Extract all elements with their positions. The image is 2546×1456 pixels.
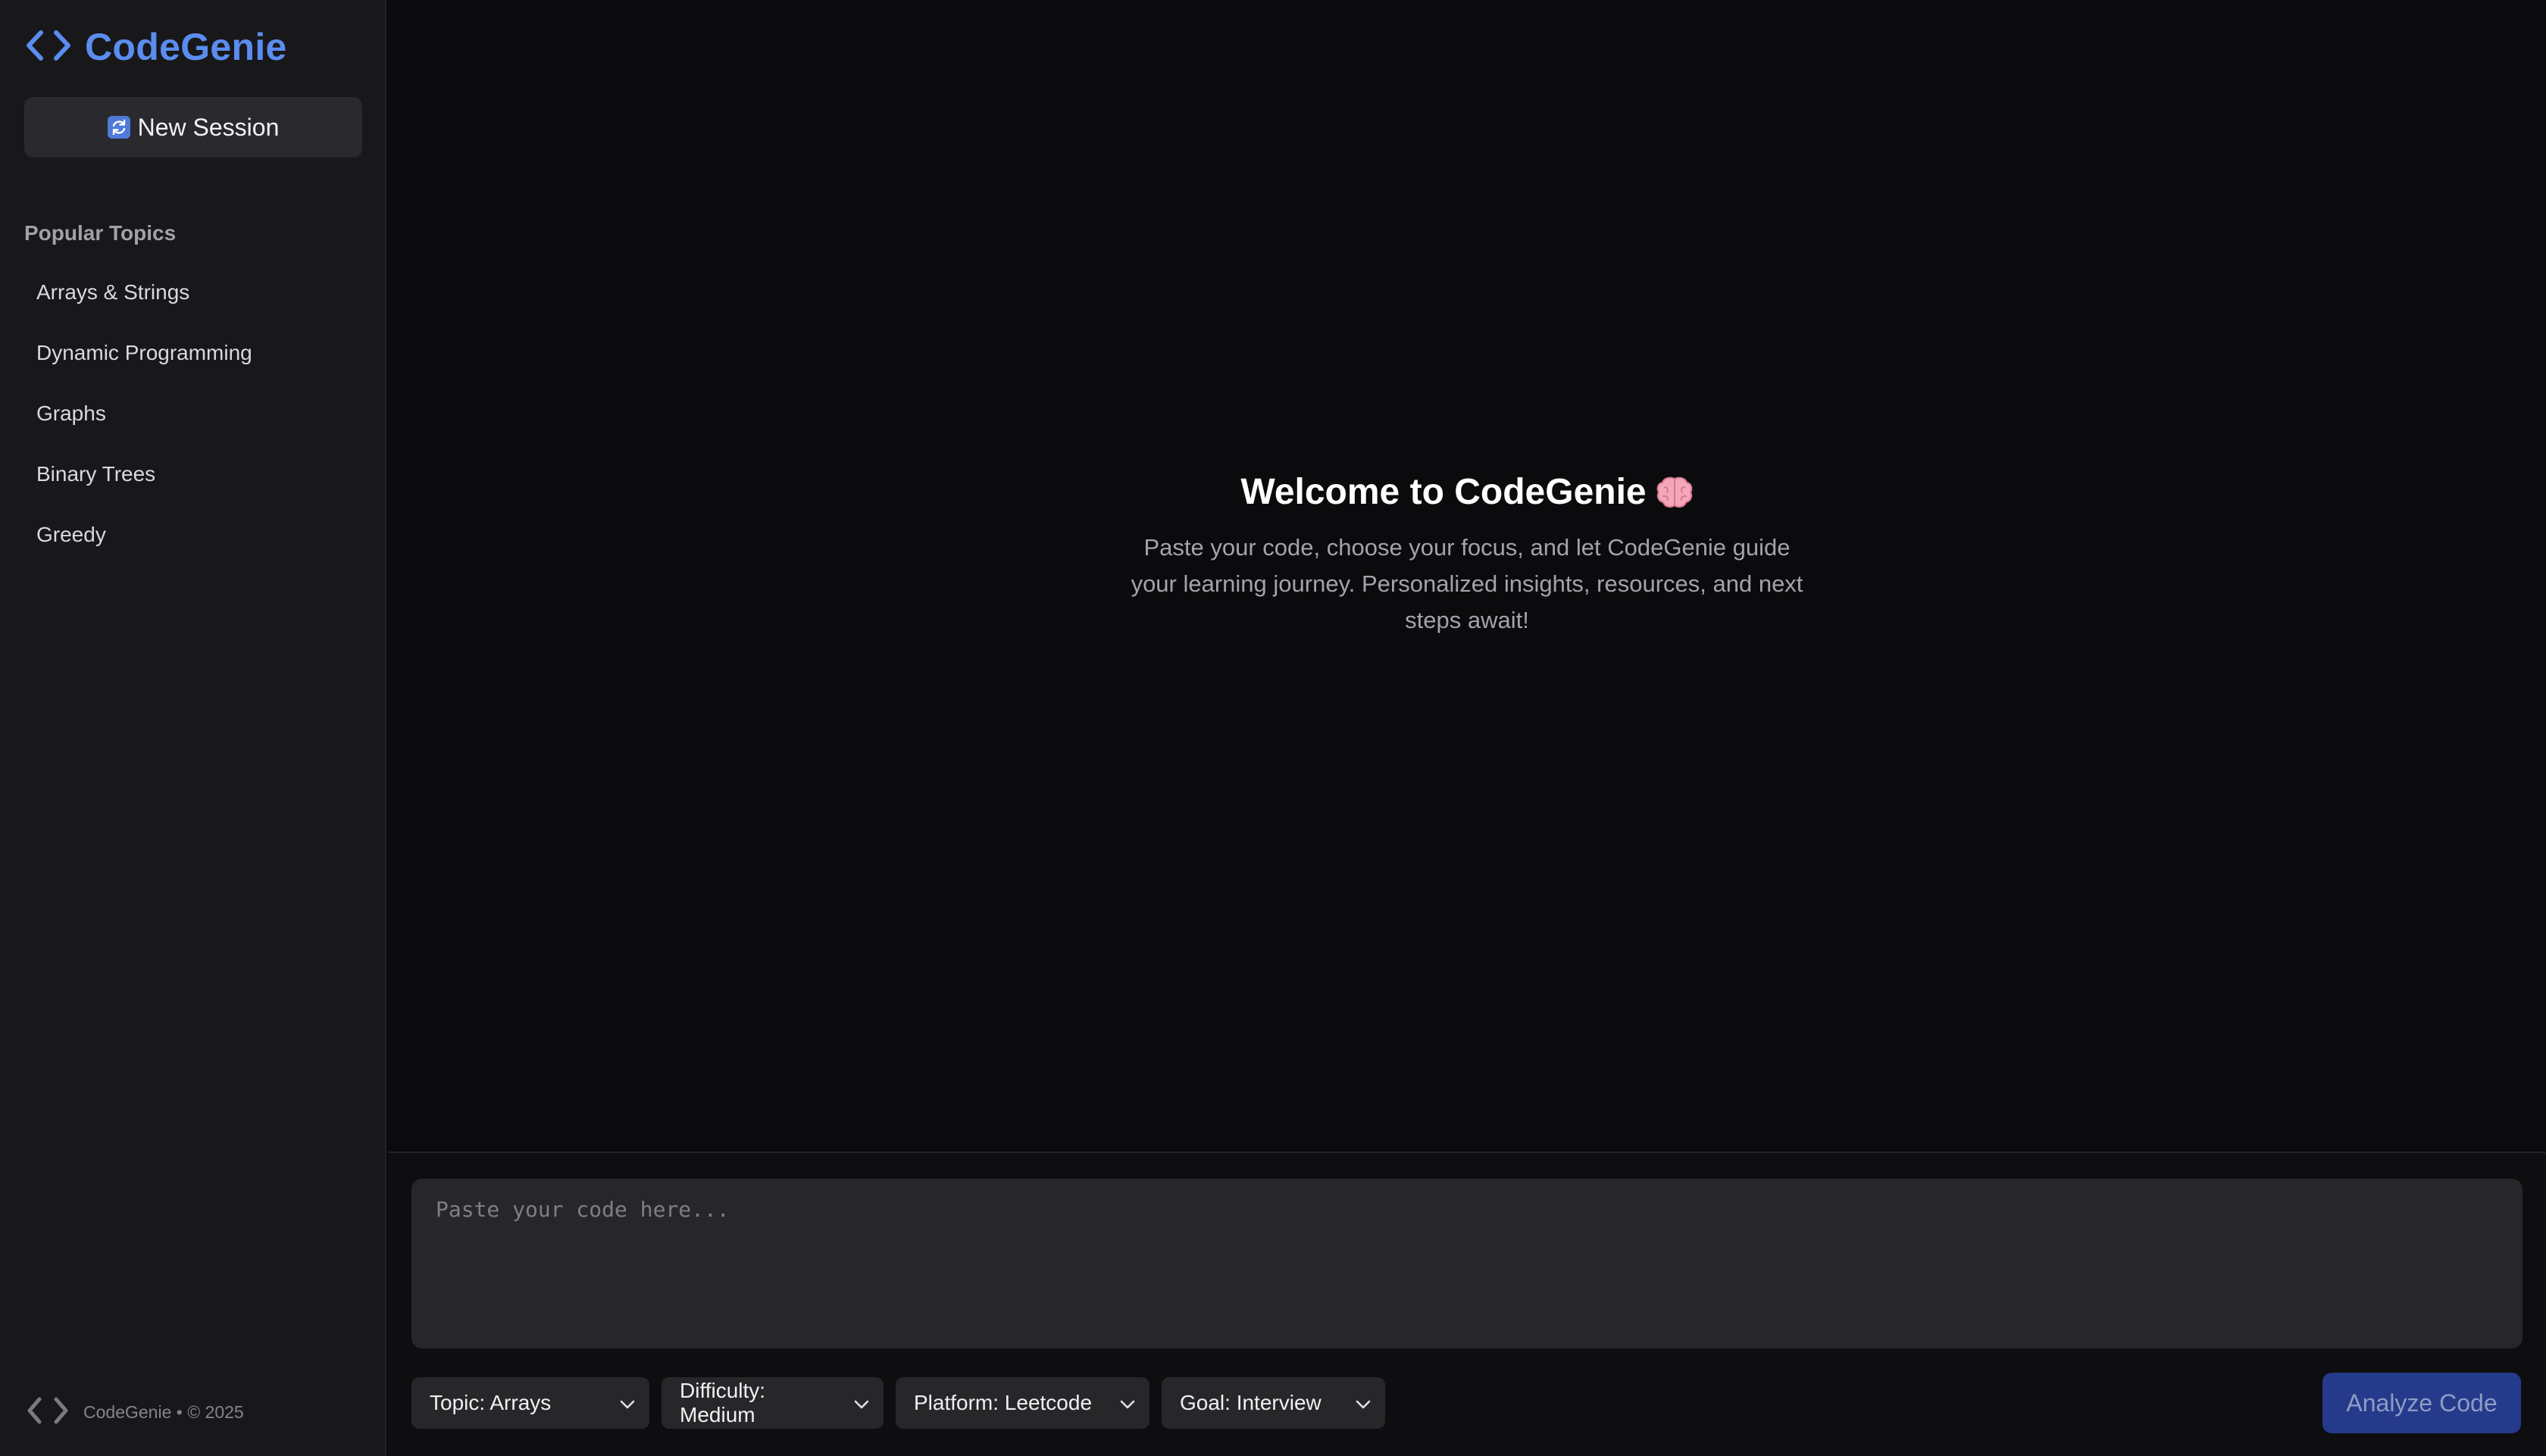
chevron-down-icon xyxy=(1343,1391,1372,1415)
welcome-section: Welcome to CodeGenie Paste your code, ch… xyxy=(388,471,2546,639)
brand[interactable]: CodeGenie xyxy=(24,23,287,71)
welcome-heading: Welcome to CodeGenie xyxy=(1240,471,1693,513)
main-panel: Welcome to CodeGenie Paste your code, ch… xyxy=(388,0,2546,1456)
options-bar: Topic: Arrays Difficulty: Medium Platfor… xyxy=(411,1377,1385,1429)
chevron-down-icon xyxy=(1107,1391,1136,1415)
sidebar: CodeGenie New Session Popular Topics Arr… xyxy=(0,0,386,1456)
topic-binary-trees[interactable]: Binary Trees xyxy=(24,444,362,505)
topics-list: Arrays & Strings Dynamic Programming Gra… xyxy=(24,262,362,565)
chevron-down-icon xyxy=(607,1391,636,1415)
new-session-button[interactable]: New Session xyxy=(24,97,362,158)
topic-greedy[interactable]: Greedy xyxy=(24,505,362,565)
composer: Topic: Arrays Difficulty: Medium Platfor… xyxy=(388,1151,2546,1456)
brain-icon xyxy=(1656,476,1694,509)
topic-dynamic-programming[interactable]: Dynamic Programming xyxy=(24,323,362,383)
welcome-title-text: Welcome to CodeGenie xyxy=(1240,472,1647,512)
analyze-code-button[interactable]: Analyze Code xyxy=(2322,1373,2521,1433)
new-session-label: New Session xyxy=(137,113,280,141)
platform-select-value: Platform: Leetcode xyxy=(914,1391,1093,1414)
platform-select[interactable]: Platform: Leetcode xyxy=(896,1377,1149,1429)
topic-select[interactable]: Topic: Arrays xyxy=(411,1377,649,1429)
difficulty-select-value: Difficulty: Medium xyxy=(680,1379,766,1426)
footer-copyright: CodeGenie • © 2025 xyxy=(83,1401,244,1422)
topic-select-value: Topic: Arrays xyxy=(430,1391,552,1414)
code-input[interactable] xyxy=(411,1179,2523,1348)
code-brackets-icon xyxy=(24,1395,83,1429)
chevron-down-icon xyxy=(841,1391,870,1415)
topic-arrays-strings[interactable]: Arrays & Strings xyxy=(24,262,362,323)
welcome-description: Paste your code, choose your focus, and … xyxy=(1131,534,1803,633)
refresh-icon xyxy=(107,116,130,139)
sidebar-footer: CodeGenie • © 2025 xyxy=(24,1397,244,1427)
goal-select[interactable]: Goal: Interview xyxy=(1162,1377,1385,1429)
topic-graphs[interactable]: Graphs xyxy=(24,383,362,444)
goal-select-value: Goal: Interview xyxy=(1180,1391,1321,1414)
code-brackets-icon xyxy=(24,28,85,67)
popular-topics-heading: Popular Topics xyxy=(24,221,177,245)
app-window: CodeGenie New Session Popular Topics Arr… xyxy=(0,0,2546,1456)
difficulty-select[interactable]: Difficulty: Medium xyxy=(662,1377,884,1429)
brand-name: CodeGenie xyxy=(85,26,287,68)
